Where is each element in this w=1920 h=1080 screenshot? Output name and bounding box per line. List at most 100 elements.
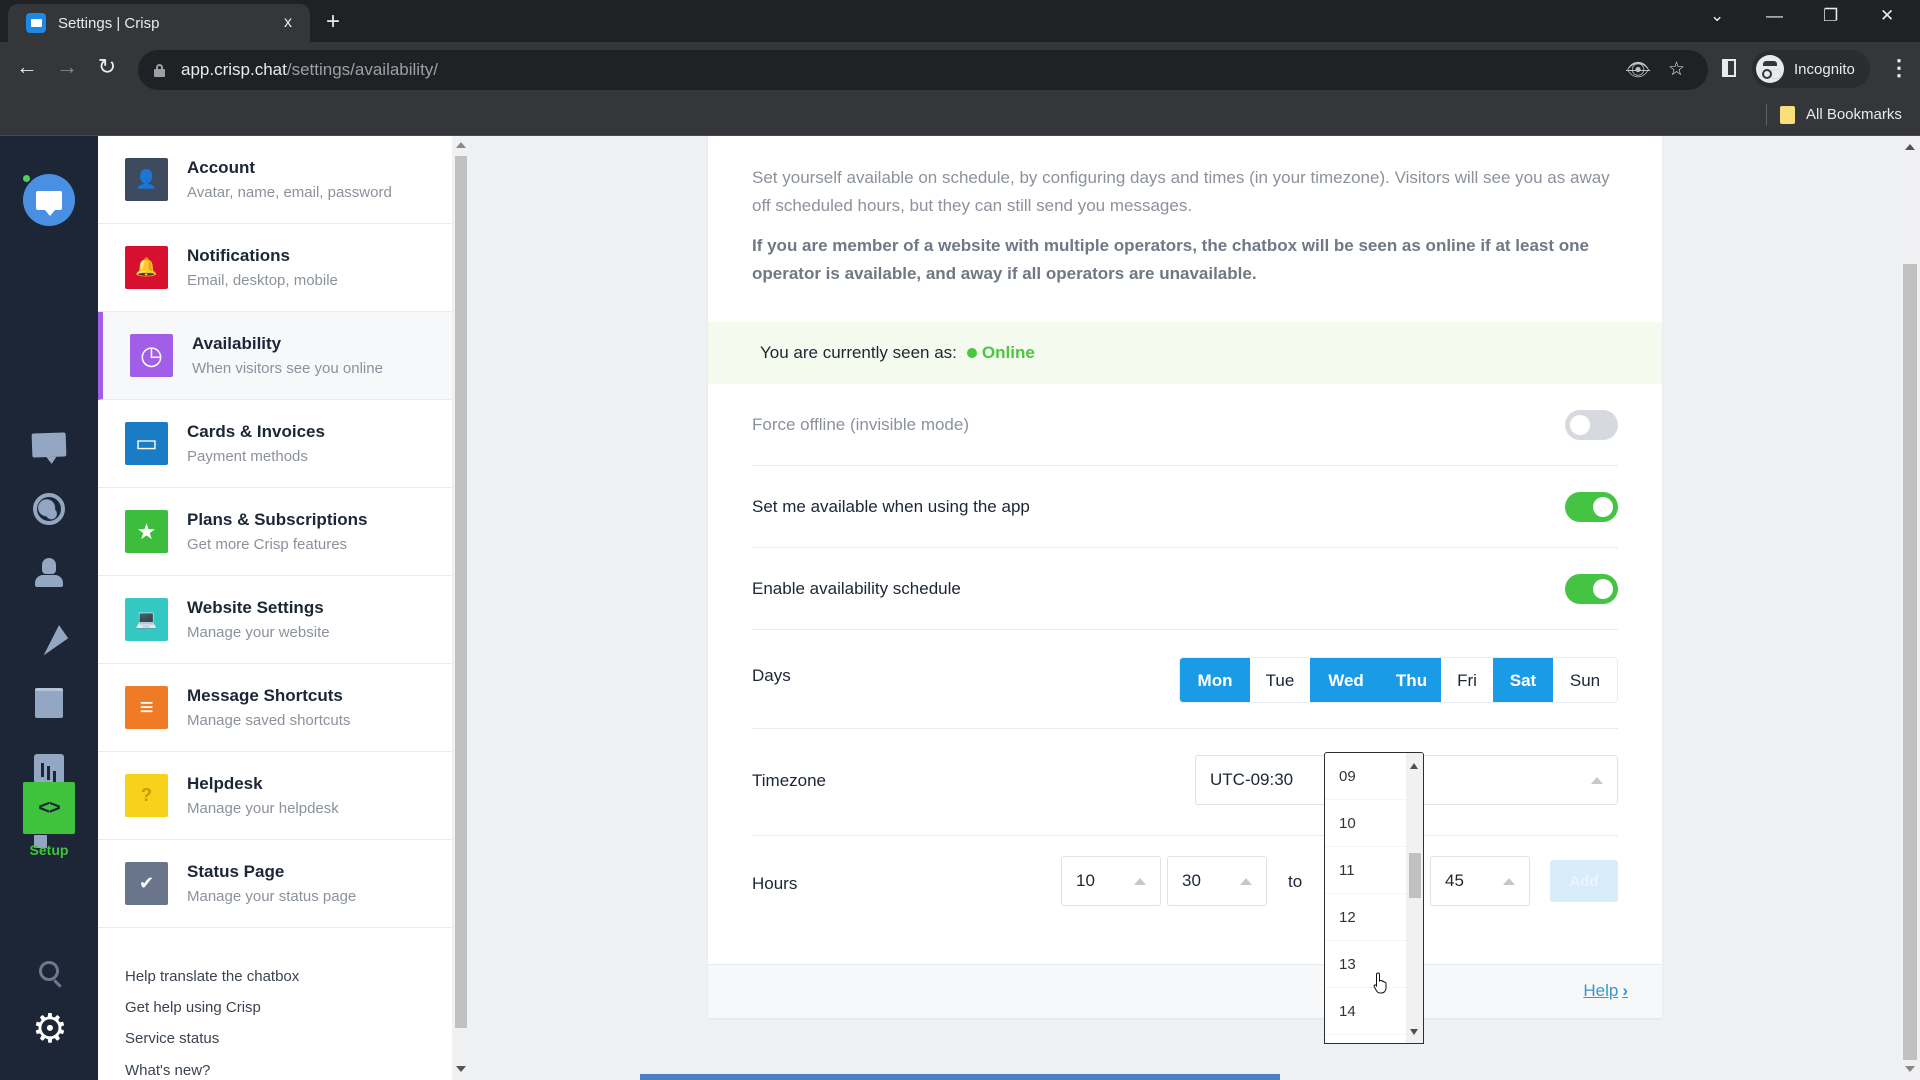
from-minute-select[interactable]: 30 — [1167, 856, 1267, 906]
browser-tab-strip: Settings | Crisp x + ⌄ — ❐ ✕ — [0, 0, 1920, 42]
code-brackets-icon: <> — [38, 796, 60, 819]
to-minute-select[interactable]: 45 — [1430, 856, 1530, 906]
close-window-icon[interactable]: ✕ — [1880, 6, 1894, 26]
side-panel-icon[interactable] — [1722, 59, 1736, 77]
dropdown-option[interactable]: 10 — [1325, 800, 1407, 847]
scroll-up-arrow-icon[interactable] — [1905, 144, 1915, 150]
settings-nav-status-page[interactable]: ✔ Status Page Manage your status page — [98, 840, 452, 928]
nav-item-title: Website Settings — [187, 598, 324, 617]
settings-nav-cards-invoices[interactable]: ▭ Cards & Invoices Payment methods — [98, 400, 452, 488]
available-when-using-app-label: Set me available when using the app — [752, 497, 1030, 516]
app-icon-rail: <> Setup — [0, 136, 98, 1080]
forward-icon[interactable]: → — [52, 54, 82, 80]
scroll-down-arrow-icon[interactable] — [1410, 1029, 1418, 1035]
force-offline-toggle[interactable] — [1565, 410, 1618, 440]
help-link[interactable]: Help › — [1583, 981, 1628, 1001]
chevron-right-icon: › — [1622, 981, 1628, 1000]
dropdown-option[interactable]: 12 — [1325, 894, 1407, 941]
help-translate-link[interactable]: Help translate the chatbox — [125, 968, 299, 985]
available-when-using-app-toggle[interactable] — [1565, 492, 1618, 522]
rail-contacts-button[interactable] — [30, 554, 68, 592]
bell-icon: 🔔 — [125, 246, 168, 289]
nav-item-title: Status Page — [187, 862, 285, 881]
dropdown-option[interactable]: 13 — [1325, 941, 1407, 988]
page-scrollbar[interactable] — [1900, 136, 1920, 1080]
day-mon-button[interactable]: Mon — [1180, 658, 1250, 702]
nav-item-subtitle: Payment methods — [187, 448, 308, 465]
bar-chart-icon — [34, 754, 64, 784]
rail-inbox-button[interactable] — [30, 426, 68, 464]
dropdown-scrollbar-thumb[interactable] — [1409, 853, 1421, 898]
card-footer: Help › — [708, 964, 1662, 1018]
lock-icon[interactable] — [154, 63, 165, 77]
dropdown-option[interactable]: 14 — [1325, 988, 1407, 1035]
get-help-link[interactable]: Get help using Crisp — [125, 999, 261, 1016]
page-scrollbar-thumb[interactable] — [1903, 264, 1917, 1060]
browser-menu-icon[interactable]: ⋮ — [1888, 54, 1910, 82]
globe-icon — [33, 493, 65, 525]
tab-search-icon[interactable]: ⌄ — [1710, 6, 1724, 26]
whats-new-link[interactable]: What's new? — [125, 1062, 210, 1079]
rail-visitors-button[interactable] — [30, 490, 68, 528]
settings-nav-account[interactable]: 👤 Account Avatar, name, email, password — [98, 136, 452, 224]
tab-close-icon[interactable]: x — [278, 14, 298, 32]
from-hour-value: 10 — [1076, 871, 1095, 890]
day-sat-button[interactable]: Sat — [1493, 658, 1553, 702]
chat-icon — [31, 432, 67, 458]
tracking-protection-eye-off-icon[interactable]: 👁 — [1626, 58, 1650, 82]
nav-item-subtitle: Manage your status page — [187, 888, 357, 905]
address-bar[interactable]: app.crisp.chat/settings/availability/ 👁 … — [138, 50, 1708, 90]
settings-nav-plans[interactable]: ★ Plans & Subscriptions Get more Crisp fe… — [98, 488, 452, 576]
nav-item-subtitle: Manage your helpdesk — [187, 800, 339, 817]
rail-search-button[interactable] — [30, 952, 68, 990]
availability-card: Set yourself available on schedule, by c… — [708, 136, 1662, 1018]
settings-nav-scrollbar[interactable] — [452, 136, 470, 1080]
scroll-down-arrow-icon[interactable] — [456, 1066, 466, 1072]
dropdown-option[interactable]: 09 — [1325, 753, 1407, 800]
crisp-favicon-icon — [26, 13, 46, 33]
scroll-down-arrow-icon[interactable] — [1905, 1066, 1915, 1072]
incognito-profile-button[interactable]: Incognito — [1752, 50, 1870, 88]
back-icon[interactable]: ← — [12, 54, 42, 80]
settings-nav-message-shortcuts[interactable]: ≡ Message Shortcuts Manage saved shortcut… — [98, 664, 452, 752]
checkbox-icon: ✔ — [125, 862, 168, 905]
day-sun-button[interactable]: Sun — [1553, 658, 1617, 702]
add-hours-button[interactable]: Add — [1550, 860, 1618, 902]
new-tab-button[interactable]: + — [326, 8, 340, 36]
settings-nav-website-settings[interactable]: 💻 Website Settings Manage your website — [98, 576, 452, 664]
nav-item-title: Notifications — [187, 246, 290, 265]
rail-helpdesk-button[interactable] — [30, 684, 68, 722]
settings-nav-helpdesk[interactable]: ? Helpdesk Manage your helpdesk — [98, 752, 452, 840]
dropdown-option[interactable]: 11 — [1325, 847, 1407, 894]
bookmarks-bar: All Bookmarks — [0, 96, 1920, 136]
rail-settings-button[interactable] — [30, 1006, 68, 1052]
dropdown-scrollbar[interactable] — [1406, 753, 1423, 1043]
day-wed-button[interactable]: Wed — [1310, 658, 1382, 702]
to-label: to — [1288, 872, 1303, 891]
restore-icon[interactable]: ❐ — [1823, 6, 1838, 26]
service-status-link[interactable]: Service status — [125, 1030, 219, 1047]
settings-nav-notifications[interactable]: 🔔 Notifications Email, desktop, mobile — [98, 224, 452, 312]
timezone-row: Timezone UTC-09:30 — [752, 729, 1618, 836]
reload-icon[interactable]: ↻ — [92, 54, 122, 80]
minimize-icon[interactable]: — — [1766, 6, 1783, 26]
rail-setup-button[interactable]: <> — [23, 782, 75, 834]
status-banner: You are currently seen as: Online — [708, 322, 1662, 384]
scroll-up-arrow-icon[interactable] — [456, 142, 466, 148]
availability-schedule-toggle[interactable] — [1565, 574, 1618, 604]
scroll-up-arrow-icon[interactable] — [1410, 763, 1418, 769]
to-hour-dropdown-list[interactable]: 09 10 11 12 13 14 — [1324, 752, 1424, 1044]
day-thu-button[interactable]: Thu — [1382, 658, 1441, 702]
settings-nav-availability[interactable]: ◷ Availability When visitors see you onli… — [98, 312, 452, 400]
day-tue-button[interactable]: Tue — [1250, 658, 1310, 702]
scrollbar-thumb[interactable] — [455, 156, 467, 1028]
bookmark-star-icon[interactable]: ☆ — [1668, 58, 1685, 81]
rail-campaigns-button[interactable] — [30, 618, 69, 656]
from-hour-select[interactable]: 10 — [1061, 856, 1161, 906]
days-label: Days — [752, 666, 791, 685]
book-icon — [35, 688, 63, 718]
online-indicator-dot — [21, 173, 32, 184]
browser-tab[interactable]: Settings | Crisp x — [8, 4, 310, 42]
day-fri-button[interactable]: Fri — [1441, 658, 1493, 702]
all-bookmarks-button[interactable]: All Bookmarks — [1806, 106, 1902, 123]
